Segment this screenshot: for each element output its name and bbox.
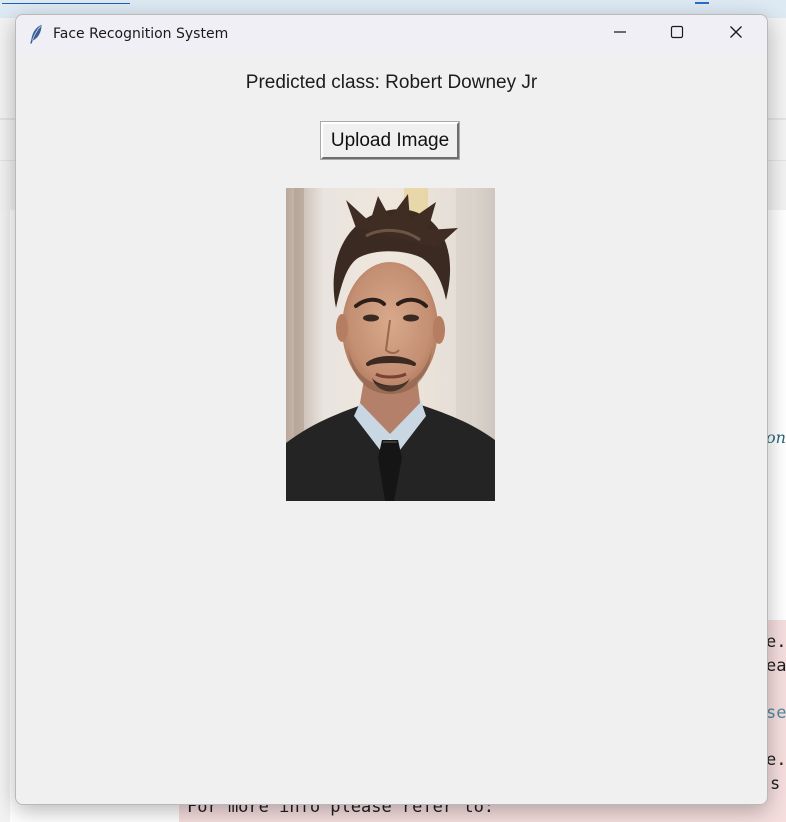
background-link-right[interactable] <box>695 0 709 4</box>
title-bar[interactable]: Face Recognition System <box>16 15 767 53</box>
prediction-label: Predicted class: Robert Downey Jr <box>245 72 538 93</box>
app-window: Face Recognition System Predicted class:… <box>15 14 768 805</box>
background-link[interactable] <box>2 0 130 4</box>
uploaded-face-photo <box>286 188 495 501</box>
close-icon <box>729 25 743 44</box>
background-fragment: e.p <box>766 750 786 770</box>
close-button[interactable] <box>707 15 764 53</box>
maximize-icon <box>670 25 684 44</box>
window-content: Predicted class: Robert Downey Jr Upload… <box>16 53 767 804</box>
minimize-button[interactable] <box>591 15 648 53</box>
minimize-icon <box>613 25 627 44</box>
window-title: Face Recognition System <box>53 26 229 42</box>
background-fragment: ea <box>766 656 786 676</box>
background-italic-fragment: on <box>766 428 786 447</box>
background-fragment: se <box>766 703 786 723</box>
upload-image-button[interactable]: Upload Image <box>320 121 460 160</box>
maximize-button[interactable] <box>648 15 705 53</box>
background-fragment: s <box>770 774 781 794</box>
feather-icon <box>29 24 43 44</box>
background-fragment: e.p <box>766 632 786 652</box>
